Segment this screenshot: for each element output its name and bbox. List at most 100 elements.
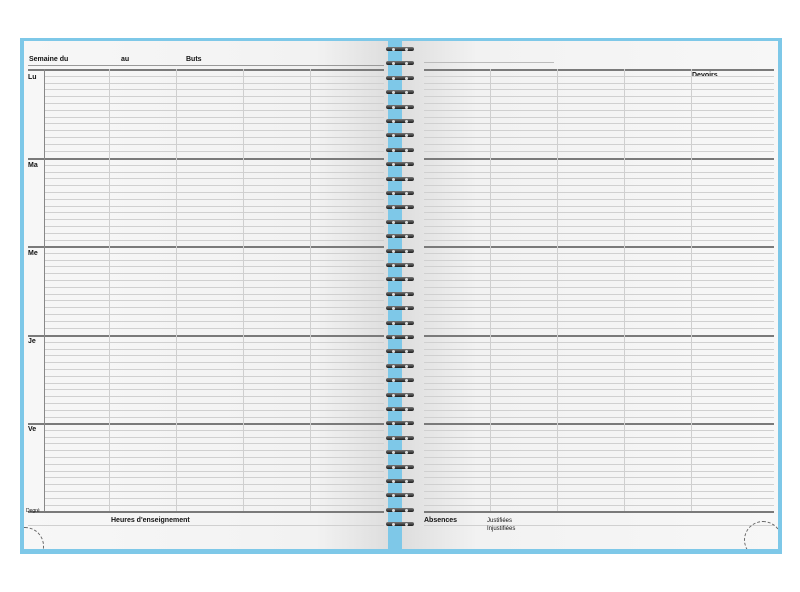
ruled-line — [44, 477, 384, 479]
ruled-line — [424, 470, 774, 472]
ruled-line — [424, 82, 774, 84]
ruled-line — [44, 212, 384, 214]
corner-curl-right — [744, 521, 778, 549]
ruled-line — [44, 143, 384, 145]
ruled-line — [44, 484, 384, 486]
spiral-coil — [384, 219, 416, 226]
spiral-coil — [384, 305, 416, 312]
ruled-line — [424, 491, 774, 492]
ruled-line — [424, 327, 774, 329]
spiral-coil — [384, 334, 416, 341]
absences-label: Absences — [424, 517, 458, 524]
ruled-line — [44, 109, 384, 111]
ruled-line — [424, 259, 774, 261]
day-divider — [424, 423, 774, 425]
ruled-line — [44, 226, 384, 227]
ruled-line — [424, 525, 774, 526]
day-divider — [424, 246, 774, 248]
ruled-line — [424, 232, 774, 234]
ruled-line — [424, 375, 774, 377]
ruled-line — [424, 457, 774, 458]
ruled-line — [424, 307, 774, 309]
ruled-line — [424, 396, 774, 398]
ruled-line — [424, 463, 774, 465]
ruled-line — [44, 436, 384, 438]
ruled-line — [424, 130, 774, 132]
ruled-line — [424, 369, 774, 370]
ruled-line — [44, 470, 384, 472]
day-divider — [28, 69, 384, 71]
ruled-line — [424, 109, 774, 111]
ruled-line — [44, 103, 384, 104]
spiral-coil — [384, 176, 416, 183]
day-label-tuesday: Ma — [28, 162, 38, 169]
column-line — [490, 69, 491, 511]
ruled-line — [44, 369, 384, 370]
ruled-line — [424, 150, 774, 152]
ruled-line — [424, 178, 774, 180]
spiral-coil — [384, 363, 416, 370]
spiral-coil — [384, 521, 416, 528]
ruled-line — [424, 89, 774, 91]
ruled-line — [424, 484, 774, 486]
column-line — [310, 69, 311, 511]
ruled-line — [424, 185, 774, 187]
column-line — [624, 69, 625, 511]
column-line — [243, 69, 244, 511]
header-underline — [28, 65, 384, 66]
day-divider — [28, 511, 384, 513]
ruled-line — [44, 362, 384, 364]
ruled-line — [424, 436, 774, 438]
ruled-line — [44, 463, 384, 465]
ruled-line — [28, 525, 384, 526]
ruled-line — [424, 429, 774, 431]
week-label: Semaine du — [29, 56, 69, 63]
ruled-line — [44, 348, 384, 350]
ruled-line — [44, 341, 384, 343]
spiral-coil — [384, 262, 416, 269]
ruled-line — [44, 300, 384, 302]
ruled-line — [44, 429, 384, 431]
day-divider — [28, 158, 384, 160]
ruled-line — [424, 103, 774, 104]
column-line — [176, 69, 177, 511]
ruled-line — [424, 477, 774, 479]
ruled-line — [44, 171, 384, 173]
ruled-line — [424, 389, 774, 391]
ruled-line — [44, 396, 384, 398]
ruled-line — [424, 239, 774, 241]
column-line — [557, 69, 558, 511]
ruled-line — [44, 192, 384, 193]
spiral-coil — [384, 449, 416, 456]
ruled-line — [44, 82, 384, 84]
unjustified-label: Injustifiées — [487, 526, 516, 532]
ruled-line — [424, 198, 774, 200]
spiral-coil — [384, 248, 416, 255]
spiral-binding — [384, 46, 416, 536]
day-divider — [424, 511, 774, 513]
ruled-line — [44, 314, 384, 315]
day-divider — [424, 335, 774, 337]
ruled-line — [44, 416, 384, 418]
spiral-coil — [384, 132, 416, 139]
ruled-line — [44, 457, 384, 458]
ruled-line — [424, 212, 774, 214]
ruled-line — [424, 266, 774, 268]
right-page: Devoirs Absences Justifiées Injustifiées — [402, 41, 778, 549]
ruled-line — [424, 286, 774, 288]
goals-label: Buts — [186, 56, 202, 63]
ruled-line — [44, 443, 384, 445]
ruled-line — [44, 205, 384, 207]
corner-curl-left — [24, 527, 44, 549]
ruled-line — [424, 403, 774, 404]
spiral-coil — [384, 435, 416, 442]
ruled-line — [44, 382, 384, 384]
day-divider — [28, 423, 384, 425]
day-divider — [28, 246, 384, 248]
ruled-line — [424, 355, 774, 357]
ruled-line — [44, 259, 384, 261]
ruled-line — [44, 130, 384, 132]
day-divider — [28, 335, 384, 337]
ruled-line — [44, 178, 384, 180]
ruled-line — [44, 403, 384, 404]
